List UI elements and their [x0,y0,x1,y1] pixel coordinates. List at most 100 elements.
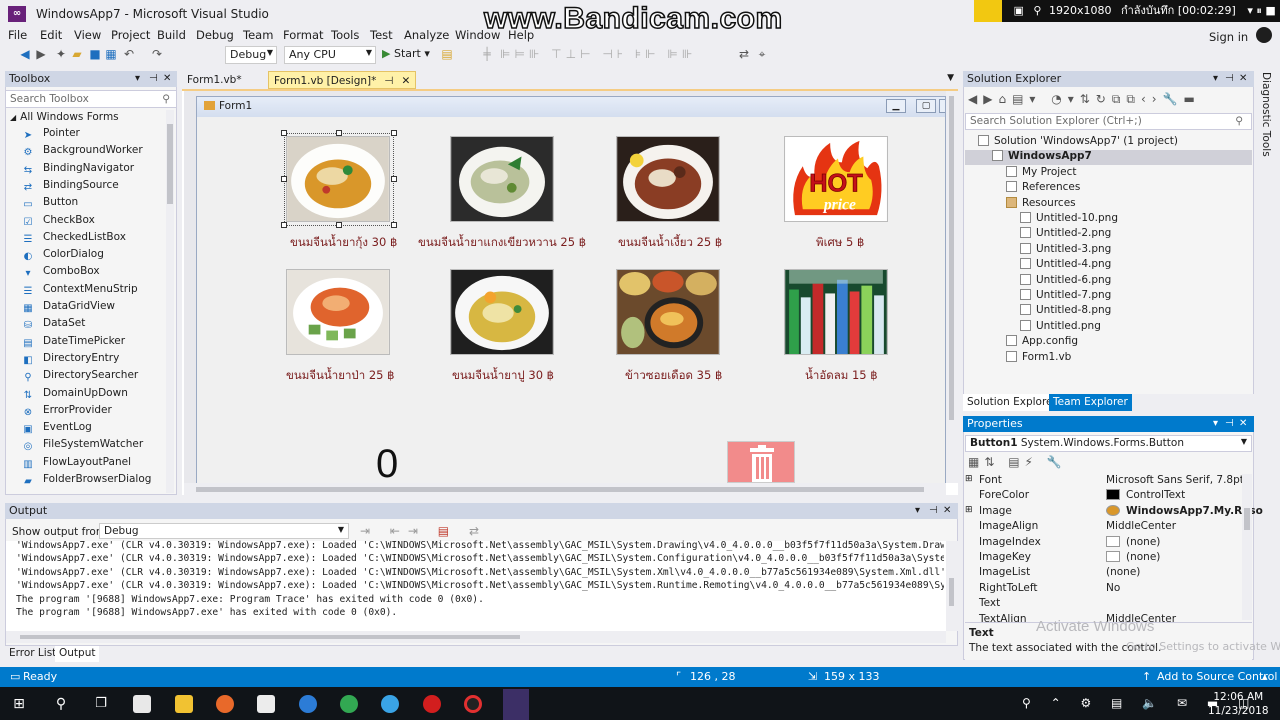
panel-menu-icon[interactable]: ▾ [1213,71,1218,87]
property-row[interactable]: ForeColor ControlText [965,489,1240,504]
menu-project[interactable]: Project [111,28,150,42]
solution-tree-item[interactable]: Form1.vb [1006,350,1071,366]
toolbox-item-directoryentry[interactable]: ◧ DirectoryEntry [22,352,119,368]
property-row[interactable]: ImageKey (none) [965,551,1240,566]
toolbox-item-contextmenustrip[interactable]: ☰ ContextMenuStrip [22,283,138,299]
opera-icon[interactable] [423,695,441,713]
toolbox-item-colordialog[interactable]: ◐ ColorDialog [22,248,104,264]
panel-pin-icon[interactable]: ⊣ [929,503,938,519]
menu-help[interactable]: Help [508,28,534,42]
resize-handle[interactable] [281,222,287,228]
output-scroll-thumb-h[interactable] [20,635,520,639]
pin-tab-icon[interactable]: ⊣ [384,75,393,87]
redo-icon[interactable]: ↷ [150,47,164,61]
tab-order-icon[interactable]: ⇄ [737,47,751,61]
solution-explorer-search-input[interactable]: Search Solution Explorer (Ctrl+;) ⚲ [965,113,1252,130]
menu-team[interactable]: Team [243,28,273,42]
menu-debug[interactable]: Debug [196,28,234,42]
solution-tree-item[interactable]: Untitled-6.png [1020,273,1111,289]
property-row[interactable]: ⊞ Font Microsoft Sans Serif, 7.8pt [965,474,1244,489]
start-debugging-button[interactable]: ▶ Start ▾ [382,47,430,60]
toolbox-item-checkedlistbox[interactable]: ☰ CheckedListBox [22,231,126,247]
toolbox-item-checkbox[interactable]: ☑ CheckBox [22,214,95,230]
properties-scroll-thumb[interactable] [1244,508,1250,530]
form-minimize-icon[interactable]: ▁ [886,99,906,113]
picture-hot-price[interactable]: HOT price [784,136,888,222]
toolbox-scroll-thumb[interactable] [167,124,173,204]
solution-tree-item[interactable]: Untitled-4.png [1020,258,1111,273]
align-grid-icon[interactable]: ╪ [480,47,494,61]
lock-controls-icon[interactable]: ⌖ [755,47,769,61]
toolbox-item-datetimepicker[interactable]: ▤ DateTimePicker [22,335,125,351]
toolbox-item-filesystemwatcher[interactable]: ◎ FileSystemWatcher [22,438,144,454]
toolbox-search-input[interactable]: Search Toolbox ⚲ [5,90,177,108]
tab-team-explorer[interactable]: Team Explorer [1049,394,1132,411]
menu-view[interactable]: View [74,28,101,42]
internet-explorer-icon[interactable] [381,695,399,713]
sign-in-link[interactable]: Sign in [1209,30,1248,44]
tab-error-list[interactable]: Error List [5,646,61,662]
properties-object-select[interactable]: Button1 System.Windows.Forms.Button ▼ [965,435,1252,452]
resize-handle[interactable] [281,130,287,136]
bandicam-icon[interactable] [464,695,482,713]
solution-tree-item[interactable]: Untitled.png [1020,319,1101,335]
toolbox-item-button[interactable]: ▭ Button [22,196,78,212]
toolbox-menu-icon[interactable]: ▾ [135,71,140,87]
diagnostic-tools-tab[interactable]: Diagnostic Tools [1258,72,1272,157]
menu-window[interactable]: Window [455,28,500,42]
tab-output[interactable]: Output [55,646,100,662]
store-icon[interactable] [133,695,151,713]
toolbox-item-bindingsource[interactable]: ⇄ BindingSource [22,179,119,195]
save-icon[interactable]: ■ [88,47,102,61]
property-row[interactable]: RightToLeft No [965,582,1240,597]
property-row[interactable]: ImageIndex (none) [965,535,1240,551]
solution-tree-item[interactable]: Untitled-8.png [1020,304,1111,319]
property-value[interactable]: MiddleCenter [1106,520,1176,532]
close-tab-icon[interactable]: ✕ [402,75,411,87]
panel-pin-icon[interactable]: ⊣ [1225,71,1234,87]
solution-configuration-select[interactable]: Debug ▼ [225,46,277,64]
resize-handle[interactable] [391,176,397,182]
toolbox-item-datagridview[interactable]: ▦ DataGridView [22,300,115,316]
tab-form1-design[interactable]: Form1.vb [Design]* ⊣ ✕ [268,71,417,89]
menu-edit[interactable]: Edit [40,28,62,42]
navigate-forward-icon[interactable]: ▶ [34,47,48,61]
picture-green-curry[interactable] [450,136,554,222]
open-folder-icon[interactable]: ▰ [70,47,84,61]
menu-build[interactable]: Build [157,28,186,42]
properties-toolbar[interactable]: ▦⇅ ▤⚡ 🔧 [968,455,1067,469]
picture-soft-drinks[interactable] [784,269,888,355]
toolbox-item-backgroundworker[interactable]: ⚙ BackgroundWorker [22,144,143,160]
expand-icon[interactable]: ⊞ [965,505,973,515]
toolbox-item-folderbrowserdialog[interactable]: ▰ FolderBrowserDialog [22,473,151,489]
output-scroll-thumb-v[interactable] [949,578,954,606]
property-value[interactable]: (none) [1106,535,1160,548]
properties-scrollbar[interactable] [1242,474,1252,620]
toolbox-item-bindingnavigator[interactable]: ⇆ BindingNavigator [22,162,134,178]
tab-solution-explorer[interactable]: Solution Explorer [963,394,1061,411]
picture-crab-curry[interactable] [450,269,554,355]
solution-tree-item[interactable]: Resources [1006,196,1076,212]
toolbox-item-flowlayoutpanel[interactable]: ▥ FlowLayoutPanel [22,456,131,472]
property-value[interactable]: Microsoft Sans Serif, 7.8pt [1106,474,1244,486]
start-menu-icon[interactable]: ⊞ [10,695,28,713]
resize-handle[interactable] [336,222,342,228]
chrome-icon[interactable] [340,695,358,713]
add-to-source-control[interactable]: Add to Source Control [1157,667,1277,687]
edge-icon[interactable] [299,695,317,713]
form1-titlebar[interactable] [197,97,945,117]
firefox-icon[interactable] [216,695,234,713]
solution-tree-item[interactable]: References [1006,181,1080,196]
tab-overflow-icon[interactable]: ▼ [947,73,954,83]
taskbar-clock[interactable]: 12:06 AM 11/23/2018 [1208,690,1269,718]
toolbox-item-pointer[interactable]: ➤ Pointer [22,127,80,143]
panel-pin-icon[interactable]: ⊣ [1225,416,1234,432]
notifications-icon[interactable]: ▴ [1262,667,1268,687]
resize-handle[interactable] [281,176,287,182]
panel-close-icon[interactable]: ✕ [1239,416,1247,432]
undo-icon[interactable]: ↶ [122,47,136,61]
designer-scroll-thumb-h[interactable] [196,487,924,492]
toolbox-group-all-windows-forms[interactable]: ◢ All Windows Forms [10,111,119,127]
file-explorer-icon[interactable] [175,695,193,713]
solution-tree-item[interactable]: Untitled-2.png [1020,227,1111,242]
